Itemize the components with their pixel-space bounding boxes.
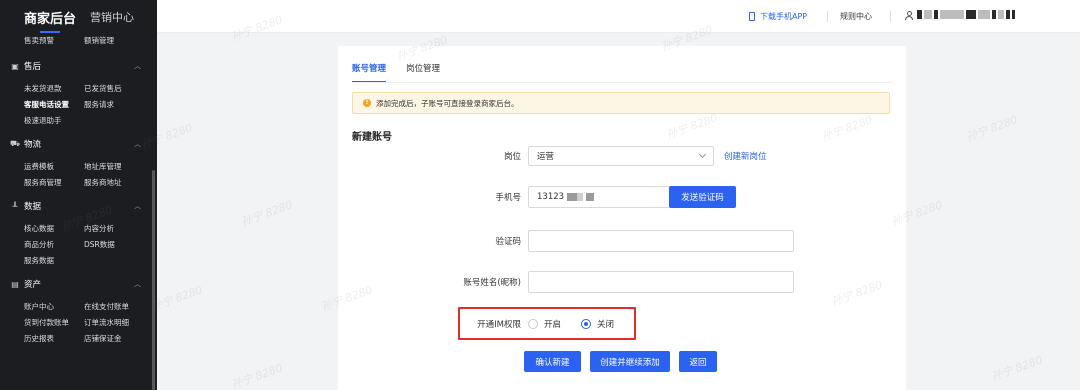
sidebar-item[interactable]: 售卖预警: [24, 33, 84, 49]
sidebar-item[interactable]: 账户中心: [24, 299, 84, 315]
phone-icon: [749, 12, 755, 21]
top-header: 下载手机APP 规则中心: [157, 0, 1080, 33]
watermark: 孙宁 8280: [149, 283, 205, 314]
name-label: 账号姓名(昵称): [463, 278, 521, 288]
sidebar-item[interactable]: 内容分析: [84, 221, 144, 237]
sidebar-item-active[interactable]: 客服电话设置: [24, 97, 84, 113]
redacted-digits: [567, 193, 578, 201]
position-select[interactable]: 运营: [528, 146, 714, 166]
create-position-link[interactable]: 创建新岗位: [724, 150, 767, 162]
main-card: 账号管理 岗位管理 ! 添加完成后，子账号可直接登录商家后台。 新建账号 岗位 …: [338, 46, 906, 390]
phone-row: 手机号 13123 发送验证码: [338, 186, 906, 208]
tab-account-management[interactable]: 账号管理: [352, 62, 387, 83]
im-permission-label: 开通IM权限: [477, 320, 521, 330]
code-input[interactable]: [528, 230, 794, 252]
chevron-up-icon: ︿: [134, 140, 141, 148]
sidebar-section-data[interactable]: ╨ 数据 ︿: [0, 191, 157, 221]
sidebar-section-assets[interactable]: ▤ 资产 ︿: [0, 269, 157, 299]
phone-input[interactable]: 13123: [528, 186, 670, 208]
sidebar-item[interactable]: 货到付款账单: [24, 315, 84, 331]
sidebar-item[interactable]: 服务数据: [24, 253, 84, 269]
im-on-radio[interactable]: [528, 319, 538, 329]
name-input[interactable]: [528, 271, 794, 293]
chevron-up-icon: ︿: [134, 62, 141, 70]
download-app-link[interactable]: 下载手机APP: [749, 11, 807, 22]
back-button[interactable]: 返回: [679, 351, 717, 372]
tab-position-management[interactable]: 岗位管理: [406, 62, 440, 83]
sidebar-section-aftersales[interactable]: ▣ 售后 ︿: [0, 51, 157, 81]
truck-icon: ⛟: [10, 139, 21, 148]
sidebar-section-logistics[interactable]: ⛟ 物流 ︿: [0, 129, 157, 159]
sidebar-item[interactable]: 服务商地址: [84, 175, 144, 191]
sidebar-menu: 售卖预警 额销管理 ▣ 售后 ︿ 未发货退款 已发货售后 客服电话设置 服务请求…: [0, 33, 157, 347]
im-on-label[interactable]: 开启: [544, 318, 561, 330]
sidebar-item[interactable]: 历史报表: [24, 331, 84, 347]
sidebar-item[interactable]: 店铺保证金: [84, 331, 144, 347]
warning-icon: !: [363, 99, 371, 107]
position-row: 岗位 运营 创建新岗位: [338, 145, 906, 167]
info-notice: ! 添加完成后，子账号可直接登录商家后台。: [352, 92, 890, 114]
sidebar: 商家后台 营销中心 售卖预警 额销管理 ▣ 售后 ︿ 未发货退款 已发货售后 客…: [0, 0, 157, 390]
im-off-radio[interactable]: [581, 319, 592, 329]
sidebar-item[interactable]: 在线支付账单: [84, 299, 144, 315]
form-title: 新建账号: [352, 132, 392, 143]
marketing-tab[interactable]: 营销中心: [90, 9, 134, 25]
sidebar-item[interactable]: 额销管理: [84, 33, 144, 49]
brand-tab[interactable]: 商家后台: [24, 8, 76, 33]
tab-divider: [352, 82, 892, 83]
chevron-up-icon: ︿: [134, 202, 141, 210]
send-code-button[interactable]: 发送验证码: [669, 186, 736, 208]
sidebar-top: 商家后台 营销中心: [0, 0, 157, 34]
watermark: 孙宁 8280: [989, 353, 1045, 384]
sidebar-item[interactable]: 商品分析: [24, 237, 84, 253]
user-menu[interactable]: [905, 10, 1015, 20]
watermark: 孙宁 8280: [229, 361, 285, 390]
sidebar-item[interactable]: 极速退助手: [24, 113, 84, 129]
watermark: 孙宁 8280: [964, 113, 1020, 144]
sidebar-item[interactable]: 地址库管理: [84, 159, 144, 175]
divider: [827, 11, 828, 22]
code-row: 验证码: [338, 230, 906, 252]
sidebar-scrollbar[interactable]: [152, 170, 155, 390]
sidebar-item[interactable]: 核心数据: [24, 221, 84, 237]
create-continue-button[interactable]: 创建并继续添加: [590, 351, 670, 372]
im-off-label[interactable]: 关闭: [597, 318, 614, 330]
sidebar-item[interactable]: 已发货售后: [84, 81, 144, 97]
divider: [890, 11, 891, 22]
wallet-icon: ▤: [11, 279, 19, 289]
user-icon: [905, 10, 913, 20]
sidebar-item[interactable]: DSR数据: [84, 237, 144, 253]
box-icon: ▣: [11, 61, 19, 71]
im-permission-radio-group: 开启 关闭: [528, 318, 614, 330]
rules-center-link[interactable]: 规则中心: [840, 11, 872, 22]
sidebar-item[interactable]: 运费模板: [24, 159, 84, 175]
position-label: 岗位: [503, 152, 521, 162]
chevron-down-icon: [698, 150, 707, 159]
tab-bar: 账号管理 岗位管理: [352, 62, 460, 83]
sidebar-item[interactable]: 未发货退款: [24, 81, 84, 97]
form-actions: 确认新建 创建并继续添加 返回: [524, 351, 717, 372]
name-row: 账号姓名(昵称): [338, 271, 906, 293]
confirm-create-button[interactable]: 确认新建: [524, 351, 581, 372]
code-label: 验证码: [495, 237, 521, 247]
sidebar-item[interactable]: 服务请求: [84, 97, 144, 113]
username-redacted: [917, 10, 1015, 19]
phone-label: 手机号: [495, 193, 521, 203]
sidebar-item[interactable]: 服务商管理: [24, 175, 84, 191]
chevron-up-icon: ︿: [134, 280, 141, 288]
sidebar-item[interactable]: 订单流水明细: [84, 315, 144, 331]
chart-icon: ╨: [12, 201, 18, 211]
im-permission-row: 开通IM权限 开启 关闭: [338, 313, 906, 335]
watermark: 孙宁 8280: [239, 198, 295, 229]
